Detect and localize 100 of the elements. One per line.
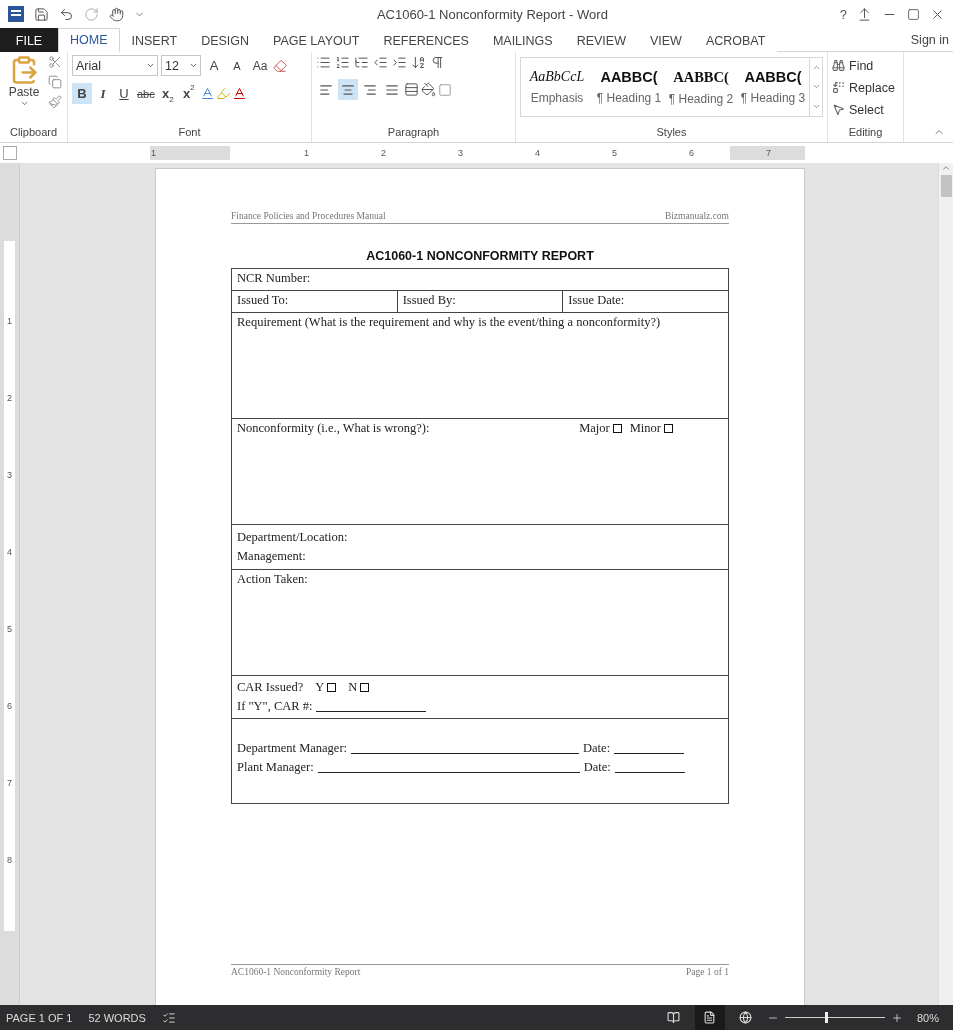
ruler-number: 1 <box>151 147 156 160</box>
paste-button[interactable]: Paste <box>4 55 44 126</box>
checkbox-option[interactable]: Y <box>315 680 337 695</box>
show-marks-icon[interactable] <box>430 55 445 70</box>
print-view-icon <box>703 1011 717 1024</box>
bullets-icon[interactable] <box>316 55 331 70</box>
ruler-number: 5 <box>7 623 12 636</box>
ribbon-tab[interactable]: HOME <box>58 28 120 52</box>
zoom-level[interactable]: 80% <box>908 1011 953 1024</box>
align-icon <box>319 82 333 97</box>
ruler-number: 1 <box>7 315 12 328</box>
style-preview[interactable]: AABBC( <box>600 69 658 85</box>
ruler-number: 7 <box>7 777 12 790</box>
print-view-button[interactable] <box>694 1005 725 1030</box>
sign-in-link[interactable]: Sign in <box>906 28 953 51</box>
help-button[interactable]: ? <box>839 6 847 22</box>
zoom-slider-thumb[interactable] <box>824 1012 828 1023</box>
read-view-icon <box>667 1011 681 1024</box>
numbering-icon[interactable] <box>335 55 350 70</box>
web-view-icon <box>739 1011 753 1024</box>
save-icon[interactable] <box>34 6 49 22</box>
form-field-label: Date: <box>583 741 611 756</box>
checkbox-option[interactable]: N <box>348 680 370 695</box>
strike-button[interactable]: abc <box>135 83 157 104</box>
form-field-label: Date: <box>583 760 611 775</box>
form-field-label: Management: <box>236 548 307 565</box>
styles-gallery[interactable]: AaBbCcL Emphasis AABBC( ¶ Heading 1 AABBC( ¶ Heading 2 AABBC( ¶ Heading 3 <box>520 57 823 117</box>
text-effects-icon[interactable] <box>199 86 215 101</box>
group-label: Clipboard <box>8 126 59 140</box>
vertical-scrollbar[interactable] <box>938 163 953 1005</box>
increase-indent-icon[interactable] <box>392 55 407 70</box>
form-field-label: Issued By: <box>396 291 563 312</box>
replace-button[interactable]: Replace <box>832 77 895 98</box>
italic-button[interactable]: I <box>93 83 113 104</box>
checkbox-option[interactable]: Minor <box>629 421 673 436</box>
ruler-number: 6 <box>7 700 12 713</box>
font-field[interactable]: Arial <box>72 55 158 76</box>
format-painter-icon[interactable] <box>48 95 62 109</box>
sort-icon[interactable] <box>411 55 426 70</box>
bold-button[interactable]: B <box>72 83 92 104</box>
clear-formatting-icon[interactable] <box>273 58 287 73</box>
multilevel-list-icon[interactable] <box>354 55 369 70</box>
find-button[interactable]: Find <box>832 55 895 76</box>
underline-button[interactable]: U <box>114 83 134 104</box>
form-field-label: Issue Date: <box>562 291 728 312</box>
form-field-label: Nonconformity (i.e., What is wrong?): <box>237 421 430 436</box>
page-count[interactable]: PAGE 1 OF 1 <box>6 1011 73 1024</box>
select-button[interactable]: Select <box>832 99 895 120</box>
page-header-text: Bizmanualz.com <box>664 211 729 221</box>
form-field-label: Plant Manager: <box>237 760 314 775</box>
style-preview[interactable]: AABBC( <box>673 68 729 86</box>
ruler-number: 1 <box>304 147 309 160</box>
word-count[interactable]: 52 WORDS <box>88 1011 146 1024</box>
copy-icon[interactable] <box>48 75 62 89</box>
form-field-label: If "Y", CAR #: <box>237 699 313 714</box>
form-field-label: Issued To: <box>236 292 290 309</box>
document-title: AC1060-1 NONCONFORMITY REPORT <box>365 249 595 263</box>
style-name[interactable]: Emphasis <box>530 91 584 105</box>
align-center-button[interactable] <box>338 79 358 100</box>
style-preview[interactable]: AABBC( <box>744 69 802 85</box>
ruler-number: 5 <box>612 147 617 160</box>
select-icon <box>832 103 845 116</box>
group-label: Editing <box>847 126 884 140</box>
change-case-button[interactable]: Aa <box>250 55 270 76</box>
decrease-indent-icon[interactable] <box>373 55 388 70</box>
form-field-label: Department Manager: <box>237 741 348 756</box>
line-spacing-icon[interactable] <box>404 82 419 97</box>
shading-icon[interactable] <box>421 82 436 97</box>
ruler-number: 2 <box>7 392 12 405</box>
form-field-label: Department/Location: <box>236 529 349 546</box>
scrollbar-thumb[interactable] <box>940 175 952 197</box>
style-name[interactable]: ¶ Heading 1 <box>596 91 662 105</box>
shrink-font-button[interactable]: A <box>227 55 247 76</box>
grow-font-button[interactable]: A <box>204 55 224 76</box>
file-tab[interactable]: FILE <box>0 28 58 52</box>
style-name[interactable]: ¶ Heading 3 <box>740 91 806 105</box>
form-field-label: Requirement (What is the requirement and why is the event/thing a nonconformity?) <box>237 315 661 330</box>
ruler-number: 8 <box>7 854 12 867</box>
caret-icon <box>189 61 198 70</box>
ribbon-display-icon[interactable] <box>857 6 872 22</box>
find-icon <box>832 59 845 72</box>
style-name[interactable]: ¶ Heading 2 <box>668 91 734 106</box>
proofing-icon[interactable] <box>161 1010 176 1025</box>
align-icon <box>341 82 355 97</box>
font-color-icon[interactable] <box>231 86 247 101</box>
font-size-field[interactable]: 12 <box>161 55 201 76</box>
ruler-number: 6 <box>689 147 694 160</box>
maximize-icon[interactable] <box>907 7 920 21</box>
align-icon <box>363 82 377 97</box>
group-label: Styles <box>655 126 688 140</box>
cut-icon[interactable] <box>48 55 62 69</box>
ruler-number: 4 <box>535 147 540 160</box>
touch-mode-icon[interactable] <box>109 6 124 22</box>
ruler-number: 4 <box>7 546 12 559</box>
zoom-in-icon[interactable] <box>890 1011 903 1024</box>
checkbox-option[interactable]: Major <box>579 421 622 436</box>
form-field-label: CAR Issued? <box>237 680 304 695</box>
undo-icon[interactable] <box>59 6 74 22</box>
style-preview[interactable]: AaBbCcL <box>529 69 585 85</box>
form-field-label: NCR Number: <box>236 270 312 287</box>
